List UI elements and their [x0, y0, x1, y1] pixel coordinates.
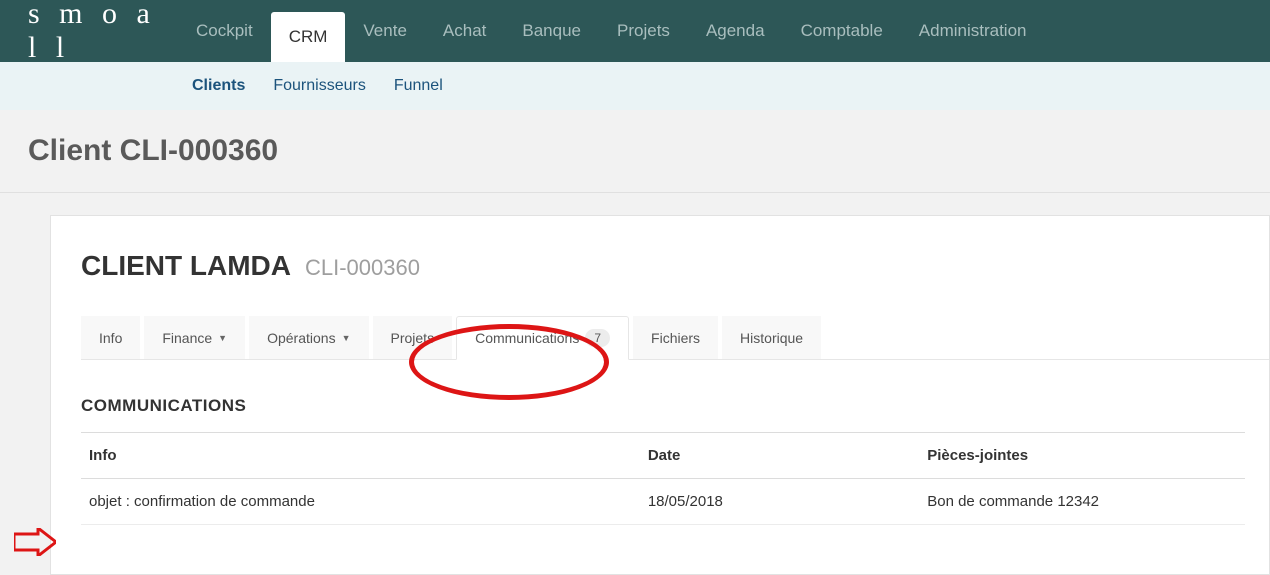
communications-count-badge: 7 [585, 329, 610, 347]
nav-comptable[interactable]: Comptable [783, 0, 901, 62]
tab-info[interactable]: Info [81, 316, 140, 359]
tab-row: Info Finance ▼ Opérations ▼ Projets Comm… [81, 316, 1269, 360]
client-code: CLI-000360 [305, 255, 420, 281]
subnav-funnel[interactable]: Funnel [380, 77, 457, 95]
tab-communications-label: Communications [475, 330, 579, 346]
th-pj: Pièces-jointes [919, 433, 1245, 479]
tab-projets[interactable]: Projets [373, 316, 453, 359]
client-name: CLIENT LAMDA [81, 250, 291, 282]
client-card: CLIENT LAMDA CLI-000360 Info Finance ▼ O… [50, 215, 1270, 575]
subnav-fournisseurs[interactable]: Fournisseurs [259, 77, 379, 95]
th-date: Date [640, 433, 919, 479]
tab-operations[interactable]: Opérations ▼ [249, 316, 368, 359]
caret-down-icon: ▼ [342, 333, 351, 343]
topnav-items: Cockpit CRM Vente Achat Banque Projets A… [178, 0, 1045, 62]
cell-pj: Bon de commande 12342 [919, 479, 1245, 525]
table-header-row: Info Date Pièces-jointes [81, 433, 1245, 479]
tab-fichiers[interactable]: Fichiers [633, 316, 718, 359]
page-title: Client CLI-000360 [0, 110, 1270, 193]
nav-banque[interactable]: Banque [504, 0, 599, 62]
topnav: s m o a l l Cockpit CRM Vente Achat Banq… [0, 0, 1270, 62]
annotation-arrow-icon [14, 528, 56, 556]
caret-down-icon: ▼ [218, 333, 227, 343]
section-heading: COMMUNICATIONS [81, 396, 1269, 416]
tab-communications[interactable]: Communications 7 [456, 316, 629, 360]
nav-vente[interactable]: Vente [345, 0, 425, 62]
tab-operations-label: Opérations [267, 330, 335, 346]
th-info: Info [81, 433, 640, 479]
nav-crm[interactable]: CRM [271, 12, 346, 62]
nav-cockpit[interactable]: Cockpit [178, 0, 271, 62]
nav-achat[interactable]: Achat [425, 0, 504, 62]
nav-administration[interactable]: Administration [901, 0, 1045, 62]
cell-info: objet : confirmation de commande [81, 479, 640, 525]
nav-projets[interactable]: Projets [599, 0, 688, 62]
cell-date: 18/05/2018 [640, 479, 919, 525]
table-row[interactable]: objet : confirmation de commande 18/05/2… [81, 479, 1245, 525]
nav-agenda[interactable]: Agenda [688, 0, 783, 62]
client-title-row: CLIENT LAMDA CLI-000360 [81, 250, 1269, 282]
tab-finance[interactable]: Finance ▼ [144, 316, 245, 359]
subnav-clients[interactable]: Clients [178, 77, 259, 95]
subnav: Clients Fournisseurs Funnel [0, 62, 1270, 110]
brand-logo: s m o a l l [28, 0, 178, 65]
communications-table: Info Date Pièces-jointes objet : confirm… [81, 432, 1245, 525]
tab-historique[interactable]: Historique [722, 316, 821, 359]
tab-finance-label: Finance [162, 330, 212, 346]
